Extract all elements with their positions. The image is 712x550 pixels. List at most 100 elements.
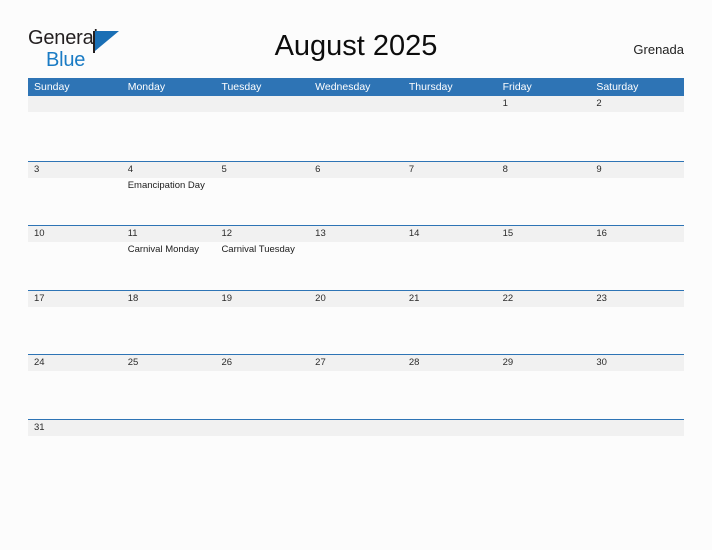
- day-number[interactable]: 29: [497, 355, 591, 371]
- day-number-empty: [215, 96, 309, 112]
- day-number[interactable]: 4: [122, 162, 216, 178]
- day-number[interactable]: 17: [28, 291, 122, 307]
- day-cell: [590, 242, 684, 289]
- day-cell: [590, 371, 684, 418]
- day-number[interactable]: 5: [215, 162, 309, 178]
- weekday-wednesday: Wednesday: [315, 81, 371, 93]
- day-cell: Carnival Monday: [122, 242, 216, 289]
- day-number[interactable]: 27: [309, 355, 403, 371]
- day-cell: [403, 371, 497, 418]
- day-number-empty: [122, 420, 216, 436]
- week-event-band: [28, 112, 684, 159]
- day-cell: [28, 178, 122, 225]
- calendar-weeks: 1 2 3 4 5 6 7 8 9 Emancipation Day 10 11 12 13 14 15 16 C…: [28, 96, 684, 449]
- day-number-empty: [497, 420, 591, 436]
- day-number[interactable]: 21: [403, 291, 497, 307]
- day-number-empty: [403, 420, 497, 436]
- day-number[interactable]: 23: [590, 291, 684, 307]
- day-cell: [497, 178, 591, 225]
- weekday-header-row: Sunday Monday Tuesday Wednesday Thursday…: [28, 78, 684, 96]
- day-number-empty: [403, 96, 497, 112]
- day-cell: [497, 112, 591, 159]
- week-daynumber-band: 12: [28, 96, 684, 112]
- day-number[interactable]: 9: [590, 162, 684, 178]
- day-cell: [28, 242, 122, 289]
- day-cell: [122, 307, 216, 354]
- calendar-week-row: 31: [28, 418, 684, 449]
- day-number[interactable]: 18: [122, 291, 216, 307]
- day-number[interactable]: 3: [28, 162, 122, 178]
- day-cell: [28, 112, 122, 159]
- weekday-monday: Monday: [127, 81, 166, 93]
- day-number[interactable]: 20: [309, 291, 403, 307]
- day-cell: [403, 242, 497, 289]
- day-number[interactable]: 31: [28, 420, 122, 436]
- weekday-thursday: Thursday: [408, 81, 453, 93]
- week-event-band: [28, 307, 684, 354]
- day-number-empty: [309, 420, 403, 436]
- day-cell: [403, 112, 497, 159]
- calendar-week-row: 17 18 19 20 21 22 23: [28, 289, 684, 355]
- day-number[interactable]: 12: [215, 226, 309, 242]
- day-cell: [28, 371, 122, 418]
- week-daynumber-band: 10 11 12 13 14 15 16: [28, 226, 684, 242]
- day-number[interactable]: 30: [590, 355, 684, 371]
- weekday-sunday: Sunday: [34, 81, 70, 93]
- calendar-week-row: 24 25 26 27 28 29 30: [28, 354, 684, 419]
- week-daynumber-band: 24 25 26 27 28 29 30: [28, 355, 684, 371]
- week-daynumber-band: 31: [28, 419, 684, 436]
- day-number-empty: [309, 96, 403, 112]
- day-number[interactable]: 7: [403, 162, 497, 178]
- day-cell: [497, 371, 591, 418]
- day-number[interactable]: 10: [28, 226, 122, 242]
- day-number[interactable]: 16: [590, 226, 684, 242]
- day-cell: [215, 178, 309, 225]
- calendar-week-row: 12: [28, 96, 684, 161]
- day-cell: [28, 307, 122, 354]
- day-cell: [122, 371, 216, 418]
- day-cell: [122, 112, 216, 159]
- week-daynumber-band: 3456789: [28, 161, 684, 178]
- day-number[interactable]: 14: [403, 226, 497, 242]
- day-number[interactable]: 13: [309, 226, 403, 242]
- day-number[interactable]: 15: [497, 226, 591, 242]
- week-event-band: Carnival Monday Carnival Tuesday: [28, 242, 684, 289]
- week-daynumber-band: 17 18 19 20 21 22 23: [28, 290, 684, 307]
- day-cell: [590, 178, 684, 225]
- day-cell: [309, 371, 403, 418]
- day-number[interactable]: 11: [122, 226, 216, 242]
- day-number[interactable]: 1: [497, 96, 591, 112]
- day-cell: [309, 178, 403, 225]
- day-cell: [309, 307, 403, 354]
- country-label: Grenada: [633, 42, 684, 57]
- calendar-grid: Sunday Monday Tuesday Wednesday Thursday…: [28, 78, 684, 449]
- day-number[interactable]: 24: [28, 355, 122, 371]
- day-cell: [497, 242, 591, 289]
- week-event-band: [28, 371, 684, 418]
- holiday-event-label: Carnival Tuesday: [221, 244, 295, 255]
- day-cell: [403, 178, 497, 225]
- day-number-empty: [28, 96, 122, 112]
- day-cell: [497, 307, 591, 354]
- day-cell: [309, 242, 403, 289]
- weekday-saturday: Saturday: [596, 81, 639, 93]
- day-number-empty: [122, 96, 216, 112]
- day-number[interactable]: 8: [497, 162, 591, 178]
- day-cell: Carnival Tuesday: [215, 242, 309, 289]
- day-cell: [403, 307, 497, 354]
- day-cell: [215, 112, 309, 159]
- day-cell: [309, 112, 403, 159]
- day-number[interactable]: 2: [590, 96, 684, 112]
- day-cell: [215, 307, 309, 354]
- calendar-week-row: 10 11 12 13 14 15 16 Carnival Monday Carnival Tu…: [28, 225, 684, 290]
- day-number[interactable]: 22: [497, 291, 591, 307]
- weekday-friday: Friday: [502, 81, 532, 93]
- day-number[interactable]: 25: [122, 355, 216, 371]
- day-cell: [590, 307, 684, 354]
- day-number[interactable]: 26: [215, 355, 309, 371]
- day-number[interactable]: 19: [215, 291, 309, 307]
- day-number[interactable]: 6: [309, 162, 403, 178]
- holiday-event-label: Carnival Monday: [127, 244, 200, 255]
- day-number-empty: [590, 420, 684, 436]
- day-number[interactable]: 28: [403, 355, 497, 371]
